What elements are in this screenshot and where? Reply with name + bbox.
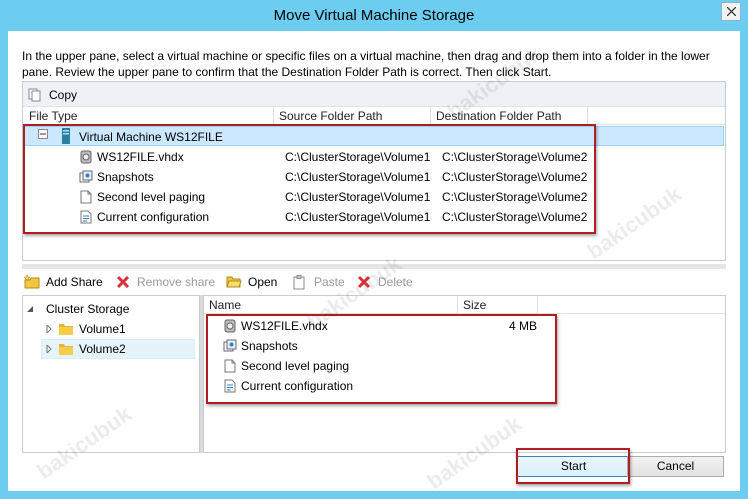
- item-destination: C:\ClusterStorage\Volume2: [442, 190, 588, 204]
- add-share-label: Add Share: [46, 275, 103, 289]
- config-icon: [222, 378, 238, 394]
- list-item-name: WS12FILE.vhdx: [241, 319, 328, 333]
- remove-share-button[interactable]: Remove share: [115, 274, 215, 290]
- file-icon: [78, 189, 94, 205]
- delete-label: Delete: [378, 275, 413, 289]
- paste-button[interactable]: Paste: [292, 274, 345, 290]
- column-separator[interactable]: [457, 296, 458, 314]
- disk-icon: [222, 318, 238, 334]
- start-button[interactable]: Start: [517, 456, 630, 477]
- item-destination: C:\ClusterStorage\Volume2: [442, 210, 588, 224]
- tree-pane[interactable]: Cluster Storage Volume1 Volume2: [22, 295, 200, 453]
- column-separator[interactable]: [273, 107, 274, 125]
- item-destination: C:\ClusterStorage\Volume2: [442, 150, 588, 164]
- open-folder-icon: [226, 274, 242, 290]
- list-item-size: 4 MB: [509, 319, 538, 333]
- collapse-toggle[interactable]: [38, 129, 48, 139]
- upper-item-row[interactable]: Second level paging C:\ClusterStorage\Vo…: [24, 187, 724, 207]
- tree-item-label: Volume2: [79, 342, 126, 356]
- add-share-button[interactable]: Add Share: [24, 274, 103, 290]
- folder-icon: [58, 341, 74, 357]
- vm-row[interactable]: Virtual Machine WS12FILE: [24, 126, 724, 146]
- list-item-name: Snapshots: [241, 339, 298, 353]
- lower-toolbar: Add Share Remove share Open Paste Delete: [22, 271, 726, 293]
- title-bar: Move Virtual Machine Storage: [0, 0, 748, 31]
- item-name: Second level paging: [97, 190, 206, 204]
- column-separator[interactable]: [587, 107, 588, 125]
- config-icon: [78, 209, 94, 225]
- upper-column-header: File Type Source Folder Path Destination…: [23, 107, 725, 125]
- list-item[interactable]: Second level paging: [204, 356, 724, 376]
- close-button[interactable]: [721, 2, 741, 21]
- cancel-button[interactable]: Cancel: [627, 456, 724, 477]
- snapshot-icon: [78, 169, 94, 185]
- upper-item-row[interactable]: Snapshots C:\ClusterStorage\Volume1 C:\C…: [24, 167, 724, 187]
- tree-item-volume2[interactable]: Volume2: [41, 339, 195, 359]
- expand-arrow-icon[interactable]: [45, 345, 53, 353]
- paste-icon: [292, 274, 308, 290]
- col-destination-path[interactable]: Destination Folder Path: [436, 109, 561, 123]
- tree-item-volume1[interactable]: Volume1: [45, 319, 195, 339]
- item-destination: C:\ClusterStorage\Volume2: [442, 170, 588, 184]
- list-item[interactable]: Current configuration: [204, 376, 724, 396]
- list-item-name: Current configuration: [241, 379, 354, 393]
- item-name: Current configuration: [97, 210, 210, 224]
- upper-item-row[interactable]: WS12FILE.vhdx C:\ClusterStorage\Volume1 …: [24, 147, 724, 167]
- disk-icon: [78, 149, 94, 165]
- minus-icon: [40, 133, 46, 135]
- list-column-header: Name Size: [204, 296, 725, 314]
- copy-button[interactable]: Copy: [27, 87, 77, 103]
- paste-label: Paste: [314, 275, 345, 289]
- snapshot-icon: [222, 338, 238, 354]
- dialog-client: In the upper pane, select a virtual mach…: [8, 31, 740, 491]
- remove-share-label: Remove share: [137, 275, 216, 289]
- pane-splitter[interactable]: [22, 264, 726, 269]
- expanded-arrow-icon[interactable]: [27, 305, 35, 313]
- upper-toolbar: Copy: [23, 82, 725, 107]
- list-pane[interactable]: Name Size WS12FILE.vhdx 4 MB Snapshots S…: [203, 295, 726, 453]
- tree-root-cluster-storage[interactable]: Cluster Storage: [27, 299, 197, 319]
- list-item[interactable]: WS12FILE.vhdx 4 MB: [204, 316, 724, 336]
- col-size[interactable]: Size: [463, 298, 486, 312]
- folder-icon: [58, 321, 74, 337]
- list-item[interactable]: Snapshots: [204, 336, 724, 356]
- window-title: Move Virtual Machine Storage: [273, 7, 475, 24]
- add-share-icon: [24, 274, 40, 290]
- copy-icon: [27, 87, 43, 103]
- close-icon: [727, 7, 736, 16]
- file-icon: [222, 358, 238, 374]
- expand-arrow-icon[interactable]: [45, 325, 53, 333]
- item-source: C:\ClusterStorage\Volume1: [285, 150, 431, 164]
- open-label: Open: [248, 275, 278, 289]
- vm-label: Virtual Machine WS12FILE: [79, 130, 223, 144]
- delete-x-icon: [356, 274, 372, 290]
- col-name[interactable]: Name: [209, 298, 241, 312]
- upper-pane[interactable]: Copy File Type Source Folder Path Destin…: [22, 81, 726, 261]
- delete-x-icon: [115, 274, 131, 290]
- copy-label: Copy: [49, 88, 78, 102]
- item-source: C:\ClusterStorage\Volume1: [285, 170, 431, 184]
- delete-button[interactable]: Delete: [356, 274, 413, 290]
- item-source: C:\ClusterStorage\Volume1: [285, 210, 431, 224]
- item-name: Snapshots: [97, 170, 154, 184]
- virtual-machine-icon: [58, 128, 74, 144]
- upper-item-row[interactable]: Current configuration C:\ClusterStorage\…: [24, 207, 724, 227]
- col-source-path[interactable]: Source Folder Path: [279, 109, 382, 123]
- item-source: C:\ClusterStorage\Volume1: [285, 190, 431, 204]
- tree-root-label: Cluster Storage: [46, 302, 130, 316]
- column-separator[interactable]: [537, 296, 538, 314]
- list-item-name: Second level paging: [241, 359, 350, 373]
- tree-item-label: Volume1: [79, 322, 126, 336]
- item-name: WS12FILE.vhdx: [97, 150, 184, 164]
- instructions-text: In the upper pane, select a virtual mach…: [22, 49, 710, 79]
- col-file-type[interactable]: File Type: [29, 109, 77, 123]
- column-separator[interactable]: [430, 107, 431, 125]
- open-button[interactable]: Open: [226, 274, 277, 290]
